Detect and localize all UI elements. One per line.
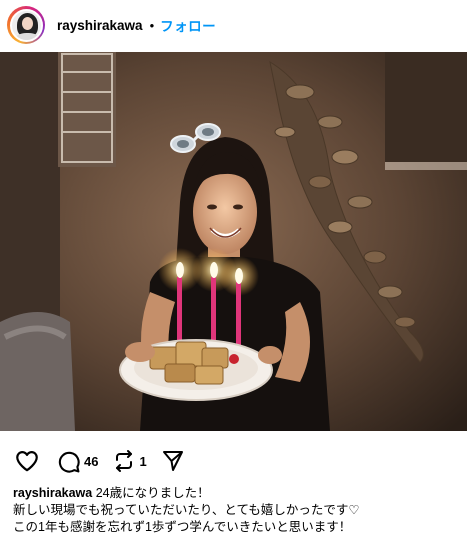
post-header: rayshirakawa • フォロー	[0, 0, 467, 50]
post-photo[interactable]	[0, 52, 467, 431]
photo-illustration	[0, 52, 467, 431]
caption-line-1: 24歳になりました！	[95, 486, 210, 500]
comment-button[interactable]: 46	[56, 449, 98, 474]
avatar-image	[9, 8, 43, 42]
username-link[interactable]: rayshirakawa	[57, 18, 143, 33]
send-icon[interactable]	[161, 449, 185, 473]
caption-line-3: この1年も感謝を忘れず1歩ずつ学んでいきたいと思います！	[13, 520, 352, 534]
repost-count: 1	[139, 453, 147, 469]
comment-count: 46	[84, 453, 99, 469]
caption-username[interactable]: rayshirakawa	[13, 486, 92, 500]
action-bar: 46 1	[0, 445, 467, 477]
separator-dot: •	[149, 17, 155, 33]
comment-icon	[56, 449, 81, 474]
follow-button[interactable]: フォロー	[160, 15, 216, 35]
caption-line-2: 新しい現場でも祝っていただいたり、とても嬉しかったです♡	[13, 503, 360, 517]
repost-icon	[112, 449, 136, 473]
heart-icon[interactable]	[14, 448, 40, 474]
post-caption: rayshirakawa 24歳になりました！ 新しい現場でも祝っていただいたり…	[13, 485, 463, 536]
repost-button[interactable]: 1	[112, 449, 147, 473]
avatar[interactable]	[7, 6, 45, 44]
